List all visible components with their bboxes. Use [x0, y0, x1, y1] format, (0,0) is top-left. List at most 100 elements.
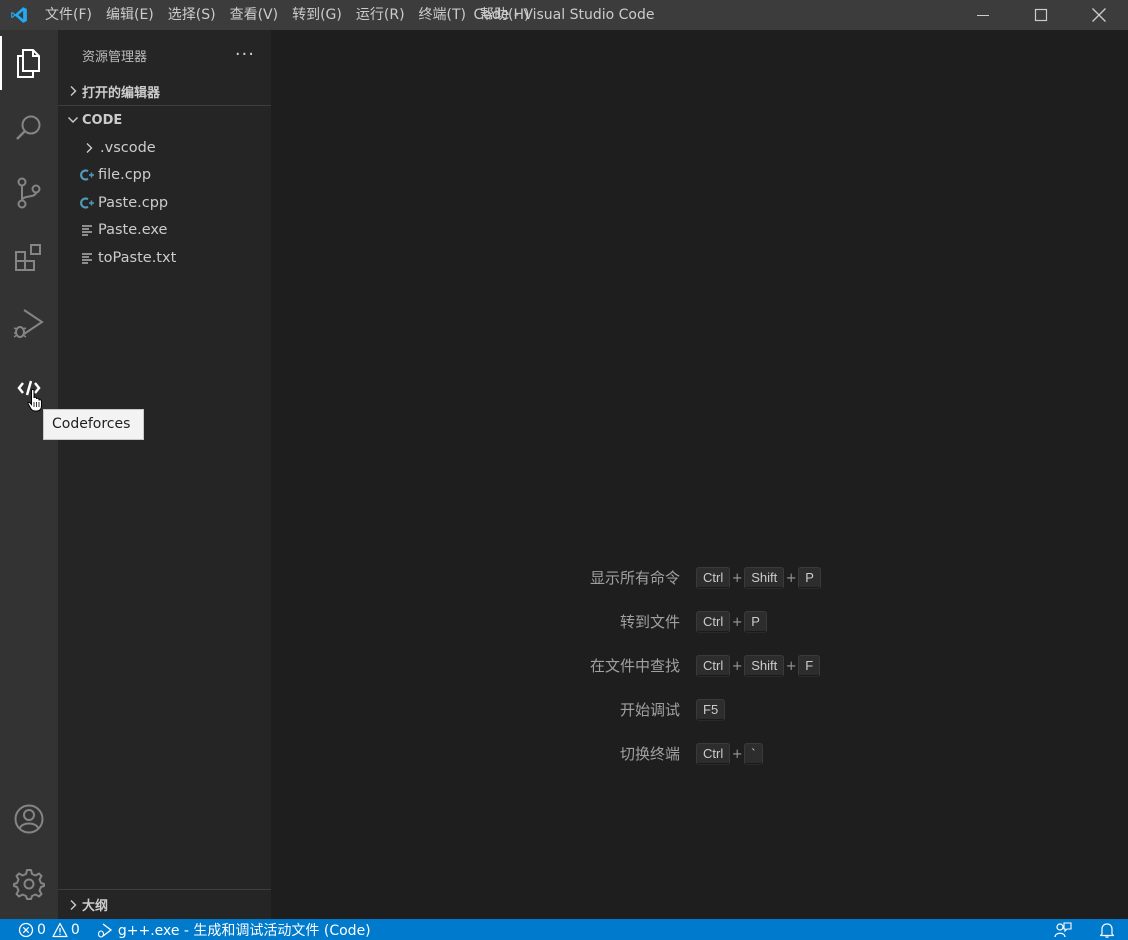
menu-file[interactable]: 文件(F): [38, 0, 99, 30]
key: `: [744, 743, 763, 765]
title-bar: 文件(F) 编辑(E) 选择(S) 查看(V) 转到(G) 运行(R) 终端(T…: [0, 0, 1128, 30]
chevron-right-icon: [64, 899, 82, 911]
shortcut-label: 显示所有命令: [589, 569, 680, 587]
debug-launch-icon: [97, 922, 112, 938]
outline-header: 大纲: [58, 890, 108, 920]
outline-label: 大纲: [82, 899, 109, 914]
chevron-right-icon: [64, 85, 82, 97]
close-window-button[interactable]: [1070, 0, 1128, 30]
tree-item-label: file.cpp: [98, 167, 152, 184]
minimize-icon: [977, 15, 989, 16]
build-task-label: g++.exe - 生成和调试活动文件 (Code): [117, 922, 371, 939]
section-divider: [58, 105, 271, 106]
menu-go[interactable]: 转到(G): [285, 0, 349, 30]
shortcut-keys: Ctrl + `: [696, 743, 763, 765]
tree-item-label: toPaste.txt: [98, 249, 177, 266]
tree-item-label: Paste.exe: [98, 222, 168, 239]
menu-terminal[interactable]: 终端(T): [412, 0, 473, 30]
status-right: [1044, 919, 1128, 940]
feedback-button[interactable]: [1044, 919, 1085, 940]
key: F: [798, 655, 821, 677]
vscode-logo-icon: [0, 0, 38, 30]
activity-bar: [0, 30, 58, 919]
extensions-icon: [15, 244, 41, 271]
key: Shift: [744, 567, 785, 589]
tree-item-label: Paste.cpp: [98, 194, 169, 211]
shortcut-label: 开始调试: [619, 701, 680, 719]
key: P: [798, 567, 821, 589]
menu-edit[interactable]: 编辑(E): [99, 0, 161, 30]
file-tree: .vscode file.cpp Paste.cpp Paste.exe toP…: [58, 131, 271, 272]
activity-run-debug[interactable]: [0, 296, 58, 350]
activity-manage[interactable]: [0, 857, 58, 911]
problems-status[interactable]: 0 0: [0, 919, 85, 940]
sidebar-header: 资源管理器 ···: [58, 30, 271, 80]
key: P: [744, 611, 767, 633]
folder-label: CODE: [82, 112, 123, 128]
hand-pointer-cursor-icon: [27, 388, 43, 416]
bell-icon: [1099, 922, 1115, 938]
status-left: 0 0 g++.exe - 生成和调试活动文件 (Code): [0, 919, 376, 940]
menu-help[interactable]: 帮助(H): [473, 0, 536, 30]
key: Ctrl: [696, 611, 731, 633]
window-controls: [954, 0, 1128, 30]
sidebar-title: 资源管理器: [82, 49, 148, 65]
activity-source-control[interactable]: [0, 166, 58, 220]
tree-item-file-cpp[interactable]: file.cpp: [58, 162, 271, 190]
tree-item-vscode-folder[interactable]: .vscode: [58, 134, 271, 162]
explorer-sidebar: 资源管理器 ··· 打开的编辑器 CODE .vscode file.cpp P…: [58, 30, 271, 919]
key: Ctrl: [696, 567, 731, 589]
shortcut-row-start-debugging: 开始调试 F5: [271, 696, 1128, 724]
shortcut-label: 在文件中查找: [589, 657, 680, 675]
feedback-icon: [1054, 921, 1072, 937]
account-icon: [14, 804, 44, 834]
section-folder-code[interactable]: CODE: [58, 109, 271, 131]
menu-bar: 文件(F) 编辑(E) 选择(S) 查看(V) 转到(G) 运行(R) 终端(T…: [38, 0, 536, 30]
key: Ctrl: [696, 743, 731, 765]
menu-view[interactable]: 查看(V): [223, 0, 286, 30]
text-file-icon: [76, 224, 98, 236]
settings-gear-icon: [13, 869, 45, 900]
notifications-button[interactable]: [1085, 919, 1128, 940]
shortcut-label: 转到文件: [619, 613, 680, 631]
shortcut-row-toggle-terminal: 切换终端 Ctrl + `: [271, 740, 1128, 768]
status-bar: 0 0 g++.exe - 生成和调试活动文件 (Code): [0, 919, 1128, 940]
menu-selection[interactable]: 选择(S): [161, 0, 223, 30]
tree-item-paste-exe[interactable]: Paste.exe: [58, 217, 271, 245]
minimize-button[interactable]: [954, 0, 1012, 30]
shortcut-keys: Ctrl + Shift + P: [696, 567, 821, 589]
shortcut-keys: Ctrl + Shift + F: [696, 655, 821, 677]
shortcut-label: 切换终端: [619, 745, 680, 763]
shortcut-keys: F5: [696, 699, 726, 721]
close-icon: [1092, 8, 1106, 22]
key: F5: [696, 699, 726, 721]
files-icon: [17, 49, 40, 78]
section-open-editors[interactable]: 打开的编辑器: [58, 80, 271, 102]
activity-explorer[interactable]: [0, 36, 58, 90]
tree-item-label: .vscode: [100, 139, 156, 156]
source-control-icon: [17, 177, 41, 209]
error-icon: [18, 922, 34, 937]
tree-item-paste-cpp[interactable]: Paste.cpp: [58, 189, 271, 217]
build-task-status[interactable]: g++.exe - 生成和调试活动文件 (Code): [85, 919, 376, 940]
run-debug-icon: [13, 309, 44, 338]
tree-item-topaste-txt[interactable]: toPaste.txt: [58, 244, 271, 272]
search-icon: [16, 115, 41, 140]
editor-area: [271, 30, 1128, 919]
open-editors-label: 打开的编辑器: [82, 85, 161, 101]
more-actions-button[interactable]: ···: [235, 46, 255, 64]
menu-run[interactable]: 运行(R): [349, 0, 412, 30]
chevron-down-icon: [64, 115, 82, 125]
cpp-file-icon: [76, 168, 98, 182]
activity-search[interactable]: [0, 101, 58, 155]
codeforces-tooltip: Codeforces: [43, 409, 144, 440]
activity-extensions[interactable]: [0, 231, 58, 285]
key: Shift: [744, 655, 785, 677]
activity-accounts[interactable]: [0, 792, 58, 846]
shortcut-row-find-in-files: 在文件中查找 Ctrl + Shift + F: [271, 652, 1128, 680]
key: Ctrl: [696, 655, 731, 677]
section-outline[interactable]: 大纲: [58, 889, 271, 919]
shortcut-keys: Ctrl + P: [696, 611, 767, 633]
shortcut-row-show-commands: 显示所有命令 Ctrl + Shift + P: [271, 564, 1128, 592]
maximize-button[interactable]: [1012, 0, 1070, 30]
